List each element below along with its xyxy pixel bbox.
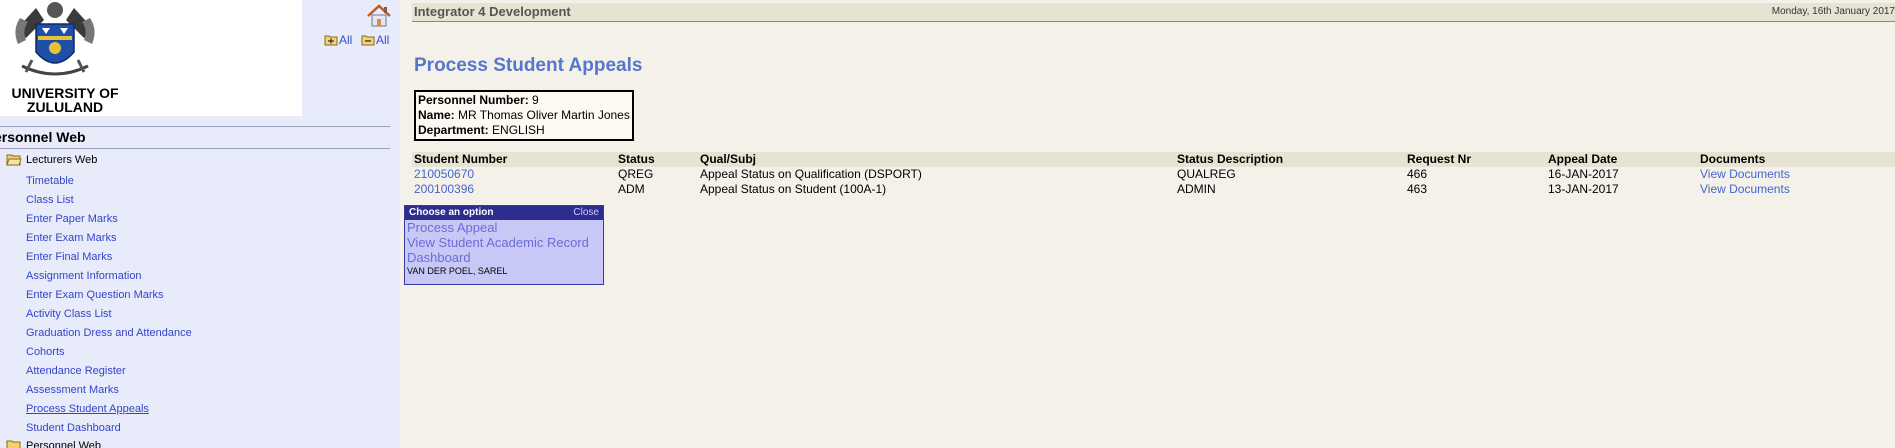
status-description-cell: QUALREG [1177, 167, 1236, 181]
view-documents-link[interactable]: View Documents [1700, 167, 1790, 182]
university-crest-icon [15, 2, 95, 76]
column-header-appeal-date: Appeal Date [1548, 152, 1618, 166]
sidebar-item-enter-paper-marks[interactable]: Enter Paper Marks [26, 213, 118, 225]
main-content: Integrator 4 Development Monday, 16th Ja… [400, 0, 1895, 448]
sidebar: UNIVERSITY OF ZULULAND All All ersonnel … [0, 0, 400, 448]
appeal-date-cell: 13-JAN-2017 [1548, 182, 1619, 196]
sidebar-item-process-student-appeals[interactable]: Process Student Appeals [26, 403, 149, 415]
folder-label: Personnel Web [26, 439, 102, 448]
sidebar-item-activity-class-list[interactable]: Activity Class List [26, 308, 112, 320]
university-name: UNIVERSITY OF ZULULAND [0, 86, 130, 114]
table-row: 200100396 ADM Appeal Status on Student (… [412, 182, 1895, 197]
popup-header: Choose an option Close [405, 206, 603, 220]
personnel-name-row: Name: MR Thomas Oliver Martin Jones [418, 108, 630, 123]
personnel-info-box: Personnel Number: 9 Name: MR Thomas Oliv… [414, 90, 634, 141]
personnel-number-value: 9 [532, 93, 539, 107]
department-label: Department: [418, 123, 489, 137]
personnel-department-row: Department: ENGLISH [418, 123, 630, 138]
personnel-name-value: MR Thomas Oliver Martin Jones [458, 108, 630, 122]
collapse-all-button[interactable]: All [361, 33, 389, 47]
sidebar-item-enter-final-marks[interactable]: Enter Final Marks [26, 251, 112, 263]
collapse-all-icon [361, 35, 375, 46]
column-header-student-number: Student Number [414, 152, 508, 166]
appeal-date-cell: 16-JAN-2017 [1548, 167, 1619, 181]
status-cell: ADM [618, 182, 645, 196]
app-title: Integrator 4 Development [414, 4, 571, 19]
personnel-name-label: Name: [418, 108, 455, 122]
sidebar-item-assessment-marks[interactable]: Assessment Marks [26, 384, 119, 396]
sidebar-item-enter-exam-question-marks[interactable]: Enter Exam Question Marks [26, 289, 164, 301]
view-academic-record-option[interactable]: View Student Academic Record [405, 235, 603, 250]
sidebar-item-timetable[interactable]: Timetable [26, 175, 74, 187]
personnel-number-label: Personnel Number: [418, 93, 529, 107]
collapse-all-label: All [376, 33, 390, 47]
folder-open-icon [6, 154, 22, 166]
popup-title: Choose an option [409, 207, 494, 218]
folder-personnel-web[interactable]: Personnel Web [6, 439, 101, 448]
sidebar-section-title: ersonnel Web [0, 126, 390, 149]
top-bar: Integrator 4 Development Monday, 16th Ja… [412, 3, 1895, 22]
logo-area: UNIVERSITY OF ZULULAND [0, 0, 302, 116]
sidebar-item-class-list[interactable]: Class List [26, 194, 74, 206]
process-appeal-option[interactable]: Process Appeal [405, 220, 603, 235]
personnel-number-row: Personnel Number: 9 [418, 93, 630, 108]
column-header-status-description: Status Description [1177, 152, 1284, 166]
expand-all-label: All [339, 33, 353, 47]
expand-all-icon [324, 35, 338, 46]
table-header-row: Student Number Status Qual/Subj Status D… [412, 152, 1895, 167]
home-icon[interactable] [366, 4, 392, 28]
date-text: Monday, 16th January 2017 [1771, 6, 1895, 17]
folder-closed-icon [6, 440, 21, 448]
sidebar-item-assignment-information[interactable]: Assignment Information [26, 270, 142, 282]
dashboard-option[interactable]: Dashboard [405, 250, 603, 265]
popup-student-name: VAN DER POEL, SAREL [407, 266, 508, 276]
sidebar-item-graduation-dress[interactable]: Graduation Dress and Attendance [26, 327, 192, 339]
request-nr-cell: 466 [1407, 167, 1428, 181]
sidebar-item-attendance-register[interactable]: Attendance Register [26, 365, 126, 377]
request-nr-cell: 463 [1407, 182, 1428, 196]
expand-all-button[interactable]: All [324, 33, 352, 47]
option-popup: Choose an option Close Process Appeal Vi… [404, 205, 604, 285]
folder-lecturers-web[interactable]: Lecturers Web [6, 153, 97, 166]
student-number-link[interactable]: 210050670 [414, 167, 474, 182]
university-name-line2: ZULULAND [26, 99, 104, 115]
folder-label: Lecturers Web [26, 153, 98, 166]
column-header-documents: Documents [1700, 152, 1766, 166]
student-number-link[interactable]: 200100396 [414, 182, 474, 197]
appeals-table: Student Number Status Qual/Subj Status D… [412, 152, 1895, 197]
view-documents-link[interactable]: View Documents [1700, 182, 1790, 197]
sidebar-item-cohorts[interactable]: Cohorts [26, 346, 65, 358]
department-value: ENGLISH [492, 123, 545, 137]
qual-subj-cell: Appeal Status on Qualification (DSPORT) [700, 167, 922, 181]
sidebar-item-student-dashboard[interactable]: Student Dashboard [26, 422, 121, 434]
table-row: 210050670 QREG Appeal Status on Qualific… [412, 167, 1895, 182]
column-header-status: Status [618, 152, 655, 166]
university-name-line1: UNIVERSITY OF [11, 85, 119, 101]
status-cell: QREG [618, 167, 654, 181]
status-description-cell: ADMIN [1177, 182, 1216, 196]
qual-subj-cell: Appeal Status on Student (100A-1) [700, 182, 887, 196]
sidebar-item-enter-exam-marks[interactable]: Enter Exam Marks [26, 232, 116, 244]
popup-close-button[interactable]: Close [573, 206, 599, 220]
page-title: Process Student Appeals [414, 55, 643, 76]
column-header-qual-subj: Qual/Subj [700, 152, 757, 166]
column-header-request-nr: Request Nr [1407, 152, 1472, 166]
